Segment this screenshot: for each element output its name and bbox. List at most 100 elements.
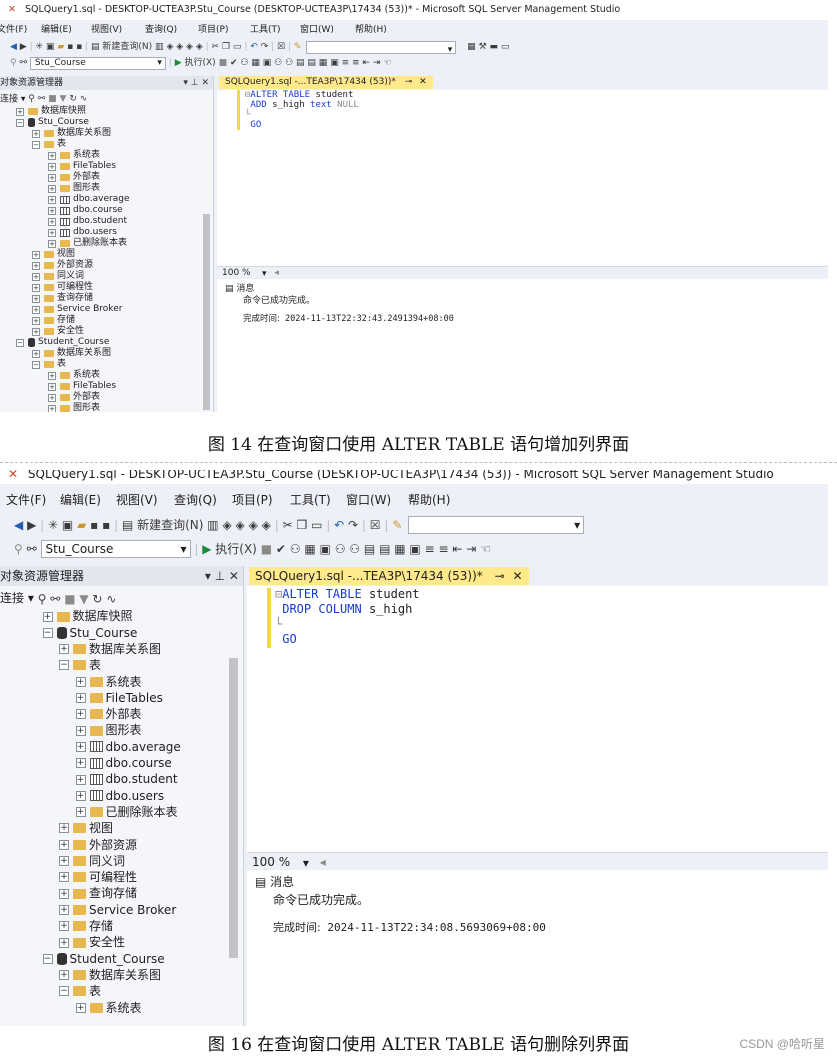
parse-icon[interactable]: ✔: [276, 537, 286, 561]
save-all-icon[interactable]: ▪: [76, 39, 82, 55]
tree-node[interactable]: + 图形表: [48, 403, 100, 412]
comment-icon[interactable]: ≡: [342, 55, 350, 71]
tree-node[interactable]: + 安全性: [59, 934, 125, 951]
debug-icon[interactable]: ☒: [277, 39, 285, 55]
collapse-icon[interactable]: −: [16, 118, 24, 127]
menu-project[interactable]: 项目(P): [232, 489, 290, 511]
expand-icon[interactable]: +: [75, 741, 86, 752]
toolbox-icon[interactable]: ▬: [490, 39, 499, 55]
collapse-icon[interactable]: −: [32, 360, 40, 369]
redo-icon[interactable]: ↷: [348, 513, 358, 537]
filter-icon[interactable]: ▼: [60, 92, 67, 106]
save-all-icon[interactable]: ▪: [102, 513, 110, 537]
tree-node[interactable]: + FileTables: [75, 690, 163, 707]
tree-scrollbar[interactable]: [229, 658, 238, 958]
menu-file[interactable]: 文件(F): [6, 489, 60, 511]
tree-node[interactable]: − Stu_Course: [42, 624, 137, 641]
expand-icon[interactable]: +: [75, 693, 86, 703]
open-file-icon[interactable]: ▰: [57, 39, 64, 55]
tree-node[interactable]: + dbo.course: [75, 755, 172, 772]
results-to-grid-icon[interactable]: ▦: [304, 537, 315, 561]
zoom-level[interactable]: 100 %: [252, 855, 290, 869]
window-icon[interactable]: ▭: [501, 39, 510, 55]
tree-node[interactable]: + 同义词: [59, 853, 125, 870]
include-plan-icon[interactable]: ⚇: [274, 55, 282, 71]
expand-icon[interactable]: +: [48, 371, 56, 380]
undo-icon[interactable]: ↶: [250, 39, 258, 55]
paste-icon[interactable]: ▭: [233, 39, 242, 55]
stop-icon[interactable]: ■: [261, 537, 272, 561]
tree-node[interactable]: + 已删除账本表: [75, 804, 178, 821]
results-text-icon[interactable]: ▤: [307, 55, 316, 71]
tools-icon[interactable]: ⚒: [479, 39, 487, 55]
dax-query-icon[interactable]: ◈: [262, 513, 271, 537]
tree-node[interactable]: + Service Broker: [59, 901, 176, 918]
pin-icon[interactable]: ▾ ⊥ ✕: [205, 566, 239, 586]
activity-icon[interactable]: ∿: [106, 589, 116, 609]
tree-node[interactable]: + 可编程性: [59, 869, 137, 886]
parse-icon[interactable]: ✔: [230, 55, 238, 71]
tree-node[interactable]: + 存储: [59, 918, 113, 935]
expand-icon[interactable]: +: [32, 261, 40, 270]
expand-icon[interactable]: +: [59, 872, 69, 883]
add-item-icon[interactable]: ▣: [46, 39, 55, 55]
expand-icon[interactable]: +: [32, 316, 40, 325]
save-icon[interactable]: ▪: [67, 39, 73, 55]
specify-values-icon[interactable]: ☜: [383, 55, 391, 71]
expand-icon[interactable]: +: [48, 217, 56, 226]
results-text-icon[interactable]: ▤: [379, 537, 390, 561]
results-grid-icon[interactable]: ▦: [394, 537, 405, 561]
xmla-query-icon[interactable]: ◈: [186, 39, 193, 55]
forward-icon[interactable]: ▶: [27, 513, 36, 537]
collapse-icon[interactable]: −: [16, 338, 24, 347]
new-query-icon[interactable]: ▤: [91, 39, 100, 55]
expand-icon[interactable]: +: [48, 162, 56, 171]
expand-icon[interactable]: +: [32, 294, 40, 303]
new-project-icon[interactable]: ✳: [36, 39, 44, 55]
tree-node[interactable]: − Student_Course: [42, 950, 165, 967]
expand-icon[interactable]: +: [32, 250, 40, 259]
disconnect-icon[interactable]: ⚯: [50, 589, 60, 609]
expand-icon[interactable]: +: [48, 393, 56, 402]
tree-node[interactable]: − 表: [59, 657, 101, 674]
expand-icon[interactable]: +: [32, 305, 40, 314]
new-query-button[interactable]: 新建查询(N): [137, 513, 203, 537]
dmx-query-icon[interactable]: ◈: [236, 513, 245, 537]
expand-icon[interactable]: +: [59, 856, 69, 866]
database-select[interactable]: Stu_Course ▾: [29, 56, 166, 70]
expand-icon[interactable]: +: [32, 272, 40, 281]
menu-edit[interactable]: 编辑(E): [41, 22, 91, 38]
expand-icon[interactable]: +: [75, 709, 86, 720]
results-grid-icon[interactable]: ▦: [319, 55, 328, 71]
menu-tools[interactable]: 工具(T): [290, 489, 346, 511]
activity-icon[interactable]: ∿: [80, 92, 88, 106]
open-file-icon[interactable]: ▰: [77, 513, 86, 537]
debug-icon[interactable]: ☒: [370, 513, 381, 537]
collapse-icon[interactable]: −: [59, 660, 69, 671]
collapse-icon[interactable]: −: [42, 627, 53, 638]
menu-window[interactable]: 窗口(W): [300, 22, 355, 38]
uncomment-icon[interactable]: ≡: [438, 537, 448, 561]
dmx-query-icon[interactable]: ◈: [176, 39, 183, 55]
find-combo[interactable]: ▾: [408, 515, 585, 534]
scroll-left-icon[interactable]: ◂: [274, 268, 279, 278]
new-project-icon[interactable]: ✳: [48, 513, 58, 537]
zoom-dropdown[interactable]: ▾: [257, 268, 269, 279]
paste-icon[interactable]: ▭: [311, 513, 322, 537]
back-icon[interactable]: ◀: [14, 513, 23, 537]
specify-values-icon[interactable]: ☜: [480, 537, 491, 561]
save-icon[interactable]: ▪: [90, 513, 98, 537]
new-query-button[interactable]: 新建查询(N): [102, 39, 152, 55]
tree-node[interactable]: + 查询存储: [59, 885, 137, 902]
expand-icon[interactable]: +: [48, 151, 56, 160]
live-stats-icon[interactable]: ⚇: [349, 537, 360, 561]
tree-node[interactable]: + 系统表: [75, 673, 142, 690]
query-editor[interactable]: ⊟ALTER TABLE student ADD s_high text NUL…: [217, 90, 828, 266]
collapse-icon[interactable]: −: [59, 986, 69, 997]
display-plan-icon[interactable]: ⚇: [290, 537, 301, 561]
results-to-grid-icon[interactable]: ▦: [251, 55, 260, 71]
new-query-icon[interactable]: ▤: [122, 513, 133, 537]
expand-icon[interactable]: +: [16, 107, 24, 116]
results-to-file-icon[interactable]: ▣: [263, 55, 272, 71]
undo-icon[interactable]: ↶: [334, 513, 344, 537]
